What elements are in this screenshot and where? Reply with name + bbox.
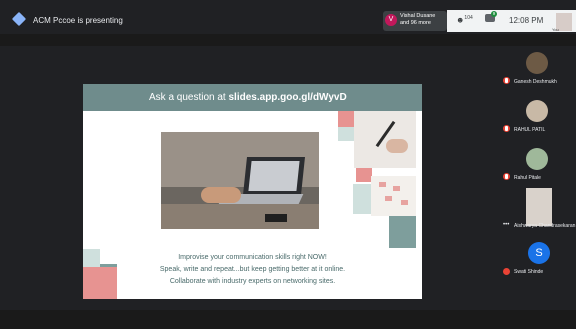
bottom-bar (0, 310, 576, 329)
people-count: 104 (464, 15, 473, 21)
presenter-name: Vishal Dusane (400, 13, 436, 19)
writing-hand-photo (354, 111, 416, 168)
mic-off-icon (503, 77, 510, 84)
paper-flower (393, 186, 400, 191)
participant-name: Ganesh Deshmukh (514, 79, 557, 85)
paper-flower (385, 196, 392, 201)
self-label: You (552, 27, 559, 32)
self-video-tile[interactable]: You (552, 13, 572, 32)
more-options-icon[interactable]: ••• (503, 222, 509, 228)
meeting-topbar: ACM Pccoe is presenting V Vishal Dusane … (0, 0, 576, 34)
slide-line: Speak, write and repeat...but keep getti… (159, 266, 346, 273)
people-icon[interactable]: ☻104 (456, 15, 473, 25)
laptop-photo (161, 132, 319, 229)
decor-square (389, 216, 416, 248)
photo-desk (161, 204, 319, 229)
paper-flower (379, 182, 386, 187)
participant-avatar: S (528, 242, 550, 264)
participant-tiles: Ganesh Deshmukh RAHUL PATIL Rahul Pitale… (497, 46, 576, 310)
divider-bar (0, 34, 576, 46)
participant-name: Swati Shinde (514, 269, 544, 275)
presentation-icon (11, 11, 27, 27)
slide-body-text: Improvise your communication skills righ… (83, 252, 422, 288)
laptop-screen (248, 161, 300, 191)
participant-tile[interactable]: Rahul Pitale (497, 142, 576, 190)
decor-square (356, 168, 372, 182)
slide-line: Collaborate with industry experts on net… (169, 278, 336, 285)
paper-flower (401, 200, 408, 205)
participant-name: RAHUL PATIL (514, 127, 546, 133)
slide-header-prefix: Ask a question at (149, 92, 229, 103)
participant-name: Aishwarya Chandrasekaran (514, 223, 576, 229)
participant-video[interactable] (526, 188, 552, 226)
hand-shape (386, 139, 408, 153)
typing-hand (201, 187, 241, 203)
participant-avatar (526, 100, 548, 122)
decor-square (353, 184, 371, 214)
presenter-pill[interactable]: V Vishal Dusane and 96 more (383, 11, 447, 31)
presenter-more: and 96 more (400, 20, 431, 26)
presenter-avatar: V (385, 14, 397, 26)
decor-square (338, 127, 354, 141)
chat-badge: 9 (491, 11, 497, 17)
presenting-status: ACM Pccoe is presenting (33, 16, 123, 25)
participant-tile[interactable]: Ganesh Deshmukh (497, 46, 576, 94)
mic-off-icon (503, 125, 510, 132)
participant-tile[interactable]: RAHUL PATIL (497, 94, 576, 142)
paper-flowers-photo (371, 176, 416, 216)
shared-slide: Ask a question at slides.app.goo.gl/dWyv… (83, 84, 422, 299)
slide-header-url: slides.app.goo.gl/dWyvD (228, 92, 347, 103)
phone-shape (265, 214, 287, 222)
presenter-names: Vishal Dusane and 96 more (400, 13, 435, 27)
clock-time: 12:08 PM (509, 16, 544, 25)
decor-square (338, 111, 354, 127)
participant-avatar (526, 148, 548, 170)
mic-off-icon (503, 173, 510, 180)
participant-avatar (526, 52, 548, 74)
participant-name: Rahul Pitale (514, 175, 541, 181)
chat-icon[interactable]: 9 (485, 11, 497, 22)
mic-off-icon (503, 268, 510, 275)
slide-header-text: Ask a question at slides.app.goo.gl/dWyv… (149, 92, 347, 103)
slide-line: Improvise your communication skills righ… (178, 254, 327, 261)
slide-header: Ask a question at slides.app.goo.gl/dWyv… (83, 84, 422, 111)
